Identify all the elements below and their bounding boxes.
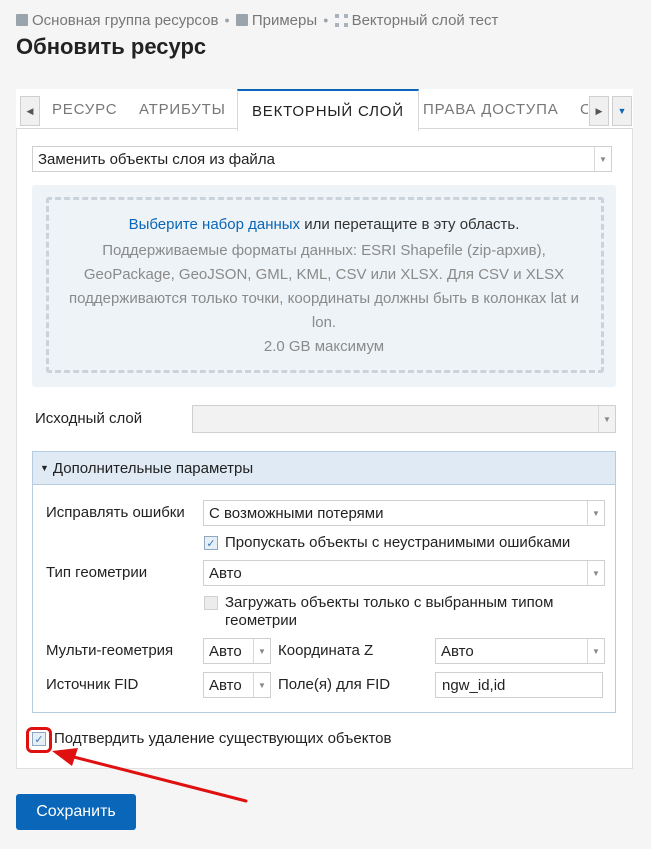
save-button[interactable]: Сохранить — [16, 794, 136, 830]
annotation-arrow-icon — [52, 748, 248, 803]
